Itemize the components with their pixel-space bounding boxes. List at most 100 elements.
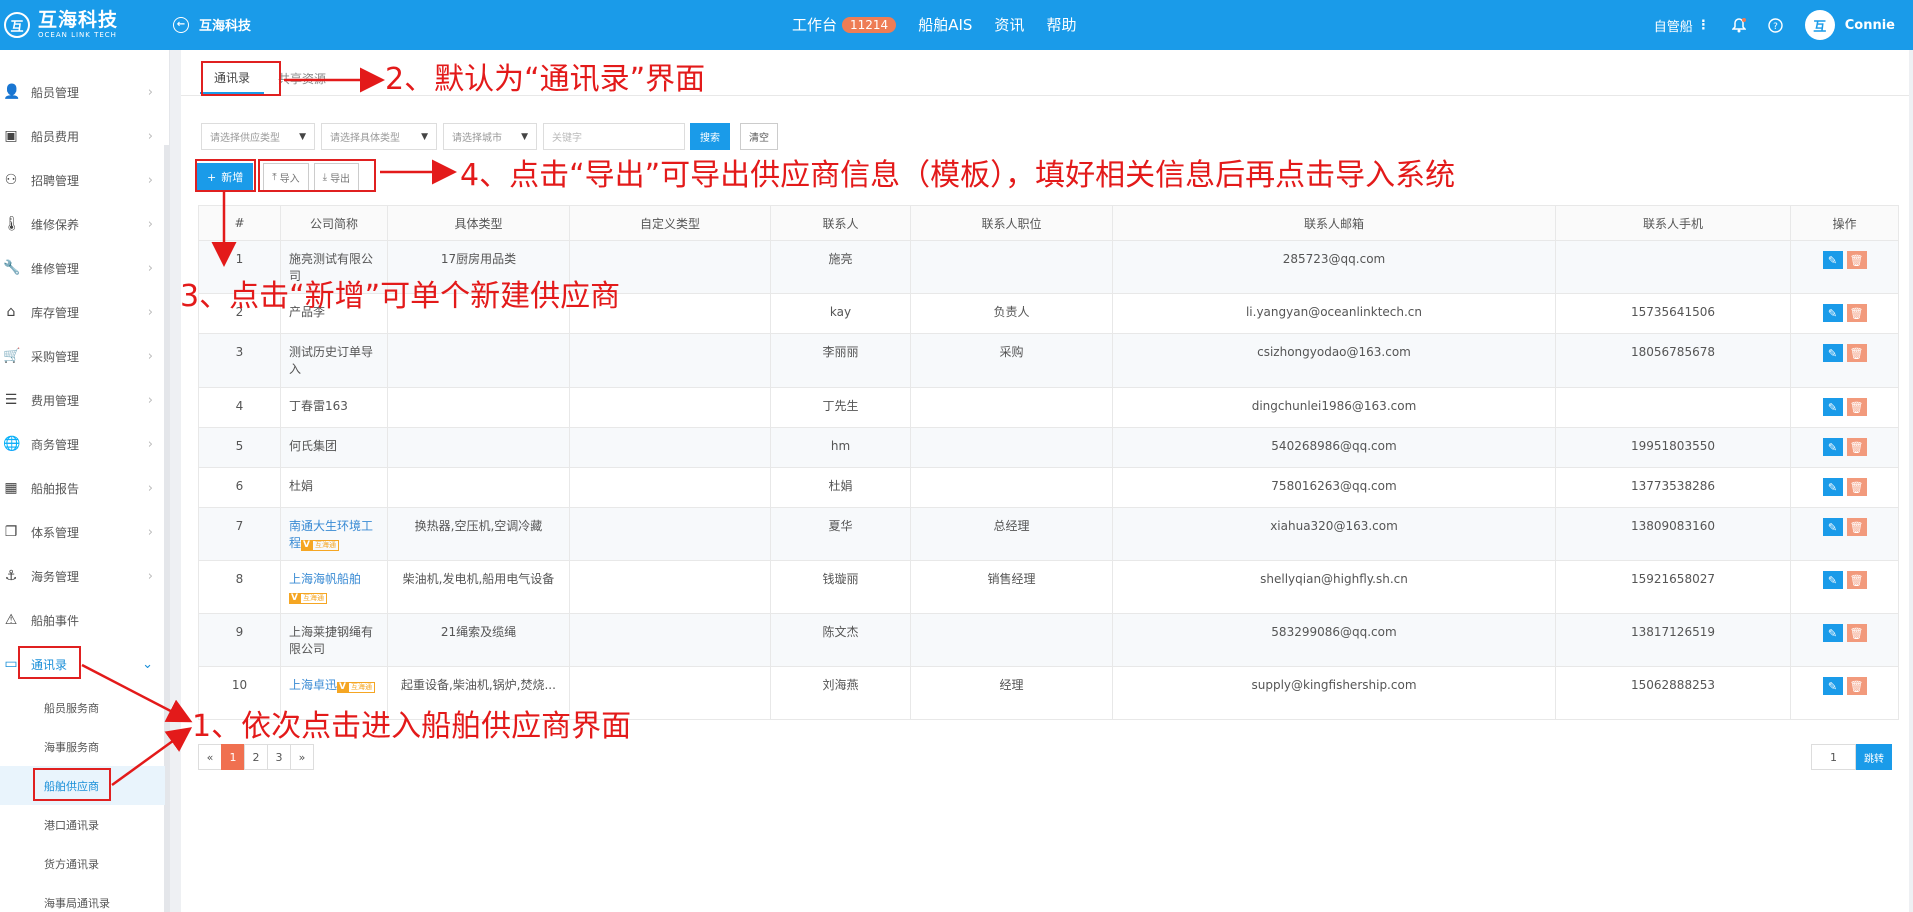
coins-icon: ☰ — [4, 392, 18, 408]
logo[interactable]: 互 互海科技 OCEAN LINK TECH — [0, 0, 170, 50]
sidebar-item-business[interactable]: 🌐 商务管理 › — [0, 422, 165, 466]
table-row: 8 上海海帆船舶 V 互海通 柴油机,发电机,船用电气设备 钱璇丽 销售经理 shellyqi… — [198, 560, 1899, 614]
cell-phone: 13809083160 — [1555, 507, 1791, 561]
page-next[interactable]: » — [290, 744, 314, 770]
search-button[interactable]: 搜索 — [690, 123, 730, 150]
cell-type: 21绳索及缆绳 — [387, 613, 570, 667]
user-name[interactable]: Connie — [1845, 18, 1895, 33]
delete-icon[interactable]: 🗑 — [1846, 677, 1867, 695]
edit-icon[interactable]: ✎ — [1822, 478, 1843, 496]
sidebar-item-ship-report[interactable]: ▦ 船舶报告 › — [0, 466, 165, 510]
supply-type-select[interactable]: 请选择供应类型 ▼ — [201, 123, 315, 150]
cell-company[interactable]: 上海海帆船舶 V 互海通 — [280, 560, 388, 614]
table-row: 5 何氏集团 hm 540268986@qq.com 19951803550 ✎ 🗑 — [198, 427, 1899, 468]
sidebar-item-label: 招聘管理 — [31, 173, 80, 188]
help-circle-icon[interactable]: ? — [1768, 17, 1783, 33]
chevron-right-icon: › — [147, 436, 153, 452]
sidebar-item-expense[interactable]: ☰ 费用管理 › — [0, 378, 165, 422]
sidebar-item-system[interactable]: ❐ 体系管理 › — [0, 510, 165, 554]
nav-ship-ais[interactable]: 船舶AIS — [918, 14, 972, 35]
delete-icon[interactable]: 🗑 — [1846, 478, 1867, 496]
col-type: 具体类型 — [387, 205, 570, 241]
delete-icon[interactable]: 🗑 — [1846, 398, 1867, 416]
sidebar-subitem-cargo-contacts[interactable]: 货方通讯录 — [0, 844, 165, 883]
chevron-right-icon: › — [147, 128, 153, 144]
sidebar-item-label: 船舶报告 — [31, 481, 80, 496]
cell-actions: ✎ 🗑 — [1790, 507, 1899, 561]
sidebar-subitem-marine-service[interactable]: 海事服务商 — [0, 727, 165, 766]
page-jump-input[interactable]: 1 — [1811, 744, 1856, 770]
sidebar-subitem-msa-contacts[interactable]: 海事局通讯录 — [0, 883, 165, 912]
city-select[interactable]: 请选择城市 ▼ — [443, 123, 537, 150]
edit-icon[interactable]: ✎ — [1822, 518, 1843, 536]
highlight-add-button — [195, 159, 256, 192]
clear-button[interactable]: 清空 — [740, 123, 778, 150]
sidebar-subitem-crew-service[interactable]: 船员服务商 — [0, 688, 165, 727]
delete-icon[interactable]: 🗑 — [1846, 344, 1867, 362]
edit-icon[interactable]: ✎ — [1822, 571, 1843, 589]
edit-icon[interactable]: ✎ — [1822, 438, 1843, 456]
cell-contact-text: 李丽丽 — [822, 345, 859, 359]
highlight-import-export — [258, 159, 376, 192]
cell-company[interactable]: 南通大生环境工程 V 互海通 — [280, 507, 388, 561]
cell-contact-text: 钱璇丽 — [822, 572, 859, 586]
sidebar-item-crew[interactable]: 👤 船员管理 › — [0, 70, 165, 114]
col-actions: 操作 — [1790, 205, 1899, 241]
specific-type-select[interactable]: 请选择具体类型 ▼ — [321, 123, 437, 150]
sidebar-item-crew-cost[interactable]: ▣ 船员费用 › — [0, 114, 165, 158]
edit-icon[interactable]: ✎ — [1822, 677, 1843, 695]
nav-news[interactable]: 资讯 — [994, 14, 1024, 35]
sidebar-item-repair[interactable]: 🔧 维修管理 › — [0, 246, 165, 290]
cell-type — [387, 387, 570, 428]
sidebar-item-ship-event[interactable]: ⚠ 船舶事件 — [0, 598, 165, 642]
sidebar-item-recruit[interactable]: ⚇ 招聘管理 › — [0, 158, 165, 202]
edit-icon[interactable]: ✎ — [1822, 251, 1843, 269]
cell-type: 柴油机,发电机,船用电气设备 — [387, 560, 570, 614]
cell-index-text: 5 — [235, 439, 244, 453]
delete-icon[interactable]: 🗑 — [1846, 438, 1867, 456]
cell-phone-text: 13817126519 — [1631, 625, 1715, 639]
cell-index-text: 7 — [235, 519, 244, 533]
edit-icon[interactable]: ✎ — [1822, 304, 1843, 322]
page-jump-button[interactable]: 跳转 — [1856, 744, 1892, 770]
cell-email-text: supply@kingfishership.com — [1251, 678, 1417, 692]
avatar[interactable]: 互 — [1804, 10, 1835, 40]
cell-contact: 钱璇丽 — [770, 560, 911, 614]
ship-selector[interactable]: 自管船 ⋮ — [1654, 16, 1710, 35]
cell-company-text: 丁春雷163 — [289, 399, 348, 413]
sidebar-item-maintenance[interactable]: 🌡 维修保养 › — [0, 202, 165, 246]
delete-icon[interactable]: 🗑 — [1846, 571, 1867, 589]
chevron-right-icon: › — [147, 480, 153, 496]
edit-icon[interactable]: ✎ — [1822, 398, 1843, 416]
delete-icon[interactable]: 🗑 — [1846, 518, 1867, 536]
col-company: 公司简称 — [280, 205, 388, 241]
cell-phone-text: 15735641506 — [1631, 305, 1715, 319]
page-3[interactable]: 3 — [267, 744, 291, 770]
cell-index: 9 — [198, 613, 281, 667]
page-2[interactable]: 2 — [244, 744, 268, 770]
cell-position-text: 采购 — [999, 345, 1024, 359]
sidebar-item-purchase[interactable]: 🛒 采购管理 › — [0, 334, 165, 378]
nav-workbench[interactable]: 工作台 11214 — [792, 14, 897, 35]
delete-icon[interactable]: 🗑 — [1846, 624, 1867, 642]
delete-icon[interactable]: 🗑 — [1846, 304, 1867, 322]
sidebar-subitem-port-contacts[interactable]: 港口通讯录 — [0, 805, 165, 844]
cell-position — [910, 240, 1113, 294]
edit-icon[interactable]: ✎ — [1822, 624, 1843, 642]
edit-icon[interactable]: ✎ — [1822, 344, 1843, 362]
keyword-input[interactable]: 关键字 — [543, 123, 685, 150]
bell-icon[interactable] — [1731, 17, 1746, 33]
page-1[interactable]: 1 — [221, 744, 245, 770]
nav-help[interactable]: 帮助 — [1046, 14, 1076, 35]
cell-email: csizhongyodao@163.com — [1112, 333, 1556, 388]
cell-custom-type — [569, 467, 771, 508]
page-prev[interactable]: « — [198, 744, 222, 770]
delete-icon[interactable]: 🗑 — [1846, 251, 1867, 269]
wrench-icon: 🔧 — [3, 260, 21, 276]
cell-company-text: 何氏集团 — [289, 439, 338, 453]
cell-contact-text: 施亮 — [828, 252, 853, 266]
sidebar-item-inventory[interactable]: ⌂ 库存管理 › — [0, 290, 165, 334]
back-button[interactable]: ← 互海科技 — [173, 15, 251, 34]
sidebar-item-marine[interactable]: ⚓ 海务管理 › — [0, 554, 165, 598]
cell-custom-type — [569, 333, 771, 388]
